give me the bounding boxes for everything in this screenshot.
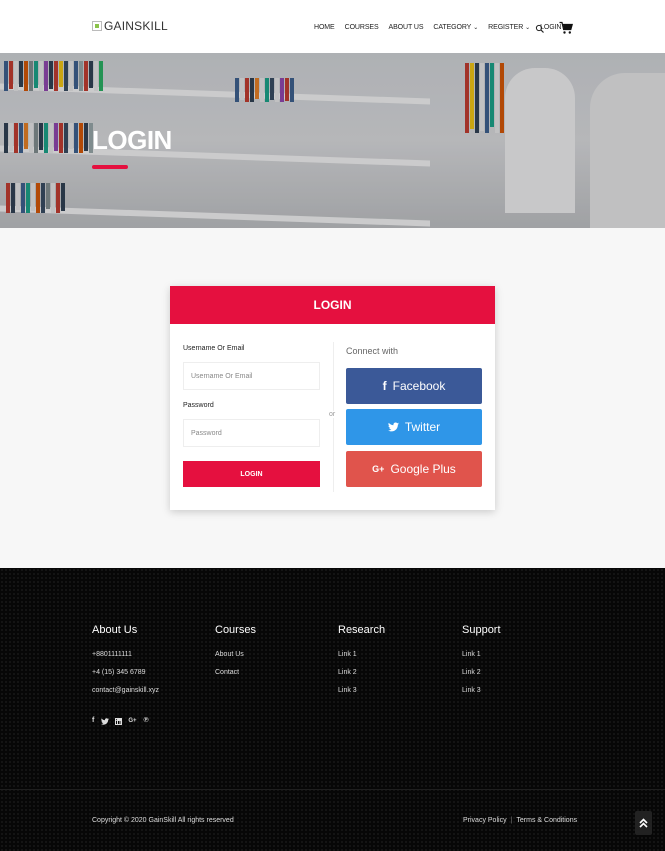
nav-about-label: ABOUT US bbox=[388, 24, 424, 31]
site-logo[interactable]: GAINSKILL bbox=[92, 19, 168, 33]
username-placeholder: Username Or Email bbox=[191, 372, 253, 380]
password-placeholder: Password bbox=[191, 429, 222, 437]
facebook-login-button[interactable]: f Facebook bbox=[346, 368, 482, 404]
footer-link[interactable]: Link 3 bbox=[338, 687, 385, 694]
footer-column-courses: Courses About Us Contact bbox=[215, 624, 256, 687]
footer-link[interactable]: Link 1 bbox=[462, 651, 501, 658]
nav-home[interactable]: HOME bbox=[314, 24, 335, 31]
nav-courses[interactable]: COURSES bbox=[345, 24, 379, 31]
copyright-text: Copyright © 2020 GainSkill All rights re… bbox=[92, 817, 234, 824]
footer-link[interactable]: Contact bbox=[215, 669, 256, 676]
twitter-login-button[interactable]: Twitter bbox=[346, 409, 482, 445]
twitter-label: Twitter bbox=[404, 420, 441, 434]
linkedin-icon[interactable] bbox=[115, 718, 123, 725]
nav-home-label: HOME bbox=[314, 24, 335, 31]
chevron-down-icon: ⌄ bbox=[525, 25, 531, 31]
search-icon[interactable] bbox=[535, 24, 545, 34]
footer-column-title: Courses bbox=[215, 624, 256, 636]
double-chevron-up-icon bbox=[639, 818, 648, 828]
nav-register-label: REGISTER bbox=[488, 24, 524, 31]
footer-social-icons: f G+ ℗ bbox=[92, 717, 156, 725]
footer-link[interactable]: Link 3 bbox=[462, 687, 501, 694]
title-accent bbox=[92, 165, 128, 169]
nav-register[interactable]: REGISTER ⌄ bbox=[488, 24, 530, 31]
footer-column-support: Support Link 1 Link 2 Link 3 bbox=[462, 624, 501, 705]
google-plus-icon[interactable]: G+ bbox=[128, 718, 136, 725]
footer-column-about: About Us +8801111111 +4 (15) 345 6789 co… bbox=[92, 624, 159, 705]
google-plus-icon: G+ bbox=[372, 464, 385, 474]
google-plus-label: Google Plus bbox=[390, 462, 456, 476]
username-label: Username Or Email bbox=[183, 345, 245, 352]
logo-text: GAINSKILL bbox=[104, 19, 168, 33]
cart-icon[interactable] bbox=[559, 21, 573, 35]
footer-phone-1[interactable]: +8801111111 bbox=[92, 651, 159, 658]
login-button[interactable]: LOGIN bbox=[183, 461, 320, 487]
footer-link[interactable]: Link 2 bbox=[338, 669, 385, 676]
twitter-icon bbox=[387, 422, 399, 432]
facebook-label: Facebook bbox=[392, 379, 446, 393]
footer-link[interactable]: Link 1 bbox=[338, 651, 385, 658]
back-to-top-button[interactable] bbox=[635, 811, 652, 835]
facebook-icon: f bbox=[382, 379, 387, 393]
nav-category[interactable]: CATEGORY ⌄ bbox=[433, 24, 478, 31]
or-separator: or bbox=[328, 411, 337, 418]
footer-divider bbox=[0, 789, 665, 790]
footer-column-research: Research Link 1 Link 2 Link 3 bbox=[338, 624, 385, 705]
terms-link[interactable]: Terms & Conditions bbox=[516, 817, 577, 824]
username-input[interactable]: Username Or Email bbox=[183, 362, 320, 390]
footer-phone-2[interactable]: +4 (15) 345 6789 bbox=[92, 669, 159, 676]
pinterest-icon[interactable]: ℗ bbox=[144, 717, 149, 725]
footer-column-title: About Us bbox=[92, 624, 138, 636]
password-label: Password bbox=[183, 402, 214, 409]
login-card-title: LOGIN bbox=[170, 286, 495, 324]
nav-category-label: CATEGORY bbox=[433, 24, 472, 31]
footer-email[interactable]: contact@gainskill.xyz bbox=[92, 687, 159, 694]
footer-link[interactable]: Link 2 bbox=[462, 669, 501, 676]
footer-column-title: Support bbox=[462, 624, 501, 636]
chevron-down-icon: ⌄ bbox=[473, 25, 479, 31]
legal-separator: | bbox=[510, 817, 513, 824]
nav-about-us[interactable]: ABOUT US bbox=[389, 24, 424, 31]
footer-column-title: Research bbox=[338, 624, 386, 636]
facebook-icon[interactable]: f bbox=[92, 717, 94, 725]
hero-banner: LOGIN bbox=[0, 53, 665, 228]
legal-links: Privacy Policy | Terms & Conditions bbox=[463, 817, 577, 824]
google-plus-login-button[interactable]: G+ Google Plus bbox=[346, 451, 482, 487]
site-footer: About Us +8801111111 +4 (15) 345 6789 co… bbox=[0, 568, 665, 851]
privacy-policy-link[interactable]: Privacy Policy bbox=[463, 817, 507, 824]
world-map-background bbox=[0, 568, 665, 851]
password-input[interactable]: Password bbox=[183, 419, 320, 447]
twitter-icon[interactable] bbox=[101, 718, 110, 725]
login-card: LOGIN Username Or Email Username Or Emai… bbox=[170, 286, 495, 510]
connect-with-label: Connect with bbox=[346, 346, 399, 356]
broken-image-icon bbox=[92, 21, 102, 31]
site-header: GAINSKILL HOME COURSES ABOUT US CATEGORY… bbox=[0, 0, 665, 53]
main-nav: HOME COURSES ABOUT US CATEGORY ⌄ REGISTER… bbox=[314, 24, 571, 31]
footer-link[interactable]: About Us bbox=[215, 651, 256, 658]
nav-courses-label: COURSES bbox=[344, 24, 379, 31]
page-title: LOGIN bbox=[92, 125, 172, 155]
